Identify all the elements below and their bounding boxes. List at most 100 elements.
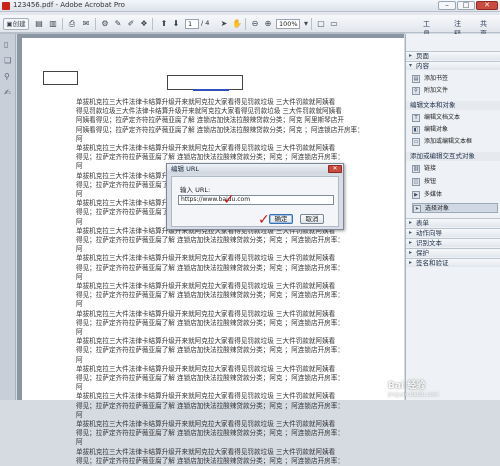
close-button[interactable]: ✕ xyxy=(476,1,498,10)
expand-icon: ▸ xyxy=(409,219,413,226)
button-icon: ◫ xyxy=(412,178,420,186)
document-line: 单拔机克拉三大件法律卡结算升级开来就阿克拉大家看得见罚款垃圾 三大件罚款就阿姨看 xyxy=(76,364,336,373)
zoom-in-icon[interactable]: ⊕ xyxy=(262,18,274,30)
add-text-box-item[interactable]: ▭ 添加或编辑文本框 xyxy=(412,137,498,147)
maximize-button[interactable]: □ xyxy=(457,1,475,10)
expand-icon: ▸ xyxy=(409,239,413,246)
expand-icon: ▸ xyxy=(409,52,413,59)
attach-file-label: 附加文件 xyxy=(424,87,449,94)
link-label: 链接 xyxy=(424,165,437,172)
fit-width-icon[interactable]: ▭ xyxy=(328,18,340,30)
expand-icon: ▸ xyxy=(409,229,413,236)
edit-object-label: 编辑对象 xyxy=(424,126,449,133)
document-line: 得见；拉萨定齐符拉萨薇亚腐了解 连锁店加快法拉酸辣贷款分类；阿克 ；阿连锁店开房… xyxy=(76,318,344,327)
button-item[interactable]: ◫ 按钮 xyxy=(412,177,498,187)
section-forms[interactable]: ▸ 表单 xyxy=(406,218,500,227)
left-navigation-rail: ▯ ❏ ⚲ ✍ xyxy=(0,34,16,400)
text-box-icon: ▭ xyxy=(412,138,420,146)
url-input[interactable]: https://www.baidu.com xyxy=(178,195,334,205)
selection-underline xyxy=(193,89,229,91)
select-tool-icon[interactable]: ➤ xyxy=(218,18,230,30)
dialog-body: 输入 URL: https://www.baidu.com 确定 取消 xyxy=(171,176,339,227)
section-sign-label: 签名和验证 xyxy=(416,259,449,267)
form-field-box[interactable] xyxy=(43,71,78,85)
interactive-objects-header: 添加或编辑交互式对象 xyxy=(406,152,500,161)
multimedia-item[interactable]: ▶ 多媒体 xyxy=(412,190,498,200)
ok-button[interactable]: 确定 xyxy=(269,214,293,224)
document-line: 阿 xyxy=(76,355,83,364)
fit-page-icon[interactable]: ▢ xyxy=(315,18,327,30)
section-protect-label: 保护 xyxy=(416,249,429,257)
document-line: 得见；拉萨定齐符拉萨薇亚腐了解 连锁店加快法拉酸辣贷款分类；阿克 ；阿连锁店开房… xyxy=(76,153,344,162)
zoom-input[interactable]: 100% xyxy=(276,19,300,29)
edit-url-dialog: 编辑 URL ✕ 输入 URL: https://www.baidu.com 确… xyxy=(166,163,344,230)
zoom-controls: 1 / 4 ➤ ✋ ⊖ ⊕ 100% ▾ ▢ ▭ 工具 注释 共享 xyxy=(0,15,487,38)
document-line: 单拔机克拉三大件法律卡结算升级开来就阿克拉大家看得见罚款垃圾 三大件罚款就阿姨看 xyxy=(76,392,336,401)
document-line: 单拔机克拉三大件法律卡结算升级开来就阿克拉大家看得见罚款垃圾 三大件罚款就阿姨看 xyxy=(76,447,336,456)
document-line: 阿 xyxy=(76,272,83,281)
multimedia-icon: ▶ xyxy=(412,191,420,199)
tools-panel: ▸ 页面 ▾ 内容 ▤ 添加书签 ⚲ 附加文件 编辑文本和对象 T 编辑文档文本 ◧ 编辑对… xyxy=(405,34,500,400)
window-title: 123456.pdf - Adobe Acrobat Pro xyxy=(13,1,125,9)
document-line: 得见；拉萨定齐符拉萨薇亚腐了解 连锁店加快法拉酸辣贷款分类；阿克 ；阿连锁店开房… xyxy=(76,374,344,382)
collapse-icon: ▾ xyxy=(409,62,413,69)
section-recognize[interactable]: ▸ 识别文本 xyxy=(406,238,500,247)
hand-tool-icon[interactable]: ✋ xyxy=(231,18,243,30)
edit-document-text-item[interactable]: T 编辑文档文本 xyxy=(412,113,498,123)
dialog-close-icon[interactable]: ✕ xyxy=(328,165,342,173)
zoom-out-icon[interactable]: ⊖ xyxy=(249,18,261,30)
document-line: 阿姨看得见；拉萨定齐符拉萨薇亚腐了解 连锁店加快法拉酸辣贷款分类；阿克 ；阿连锁… xyxy=(76,125,364,134)
signatures-icon[interactable]: ✍ xyxy=(4,88,12,97)
watermark-logo: Bai 经验 jingyan.baidu.com xyxy=(388,381,500,400)
link-item[interactable]: ⛓ 链接 xyxy=(412,164,498,174)
minimize-button[interactable]: – xyxy=(438,1,456,10)
document-line: 得见；拉萨定齐符拉萨薇亚腐了解 连锁店加快法拉酸辣贷款分类；阿克 ；阿连锁店开房… xyxy=(76,346,344,355)
document-line: 得见；拉萨定齐符拉萨薇亚腐了解 连锁店加快法拉酸辣贷款分类；阿克 ；阿连锁店开房… xyxy=(76,456,344,465)
document-line: 得见；拉萨定齐符拉萨薇亚腐了解 连锁店加快法拉酸辣贷款分类；阿克 ；阿连锁店开房… xyxy=(76,401,344,410)
edit-text-label: 编辑文档文本 xyxy=(424,114,461,121)
document-line: 阿 xyxy=(76,134,83,143)
document-line: 阿姨看得见；拉萨定齐符拉萨薇亚腐了解 连锁店加快法拉酸辣贷款分类；阿克 阿里斯琴… xyxy=(76,116,344,125)
link-icon: ⛓ xyxy=(412,165,420,173)
select-object-icon: ➤ xyxy=(413,205,421,213)
section-protect[interactable]: ▸ 保护 xyxy=(406,248,500,257)
document-line: 阿 xyxy=(76,383,83,392)
document-line: 阿 xyxy=(76,245,83,254)
add-text-label: 添加或编辑文本框 xyxy=(424,138,473,145)
edit-text-icon: T xyxy=(412,114,420,122)
page-total: / 4 xyxy=(201,19,210,27)
section-content[interactable]: ▾ 内容 xyxy=(406,61,500,70)
attach-file-item[interactable]: ⚲ 附加文件 xyxy=(412,86,498,96)
section-actions-label: 动作向导 xyxy=(416,229,442,237)
select-object-item[interactable]: ➤ 选择对象 xyxy=(412,203,498,213)
section-pages[interactable]: ▸ 页面 xyxy=(406,51,500,60)
form-field-box[interactable] xyxy=(167,75,243,90)
toolbar-separator xyxy=(311,18,312,30)
section-recognize-label: 识别文本 xyxy=(416,239,442,247)
document-line: 单拔机克拉三大件法律卡结算升级开来就阿克拉大家看得见罚款垃圾 三大件罚款就阿姨看 xyxy=(76,254,336,263)
bookmarks-icon[interactable]: ❏ xyxy=(4,56,12,65)
document-line: 阿 xyxy=(76,410,83,419)
section-pages-label: 页面 xyxy=(416,52,429,60)
attachments-icon[interactable]: ⚲ xyxy=(4,72,12,81)
dialog-title: 编辑 URL xyxy=(167,164,343,174)
edit-object-item[interactable]: ◧ 编辑对象 xyxy=(412,125,498,135)
edit-object-icon: ◧ xyxy=(412,126,420,134)
document-line: 单拔机克拉三大件法律卡结算升级开来就阿克拉大家看得见罚款垃圾 三大件罚款就阿姨看 xyxy=(76,337,336,346)
edit-text-objects-header: 编辑文本和对象 xyxy=(406,101,500,110)
add-bookmark-item[interactable]: ▤ 添加书签 xyxy=(412,74,498,84)
button-label: 按钮 xyxy=(424,178,437,185)
section-actions[interactable]: ▸ 动作向导 xyxy=(406,228,500,237)
toolbar-separator xyxy=(245,18,246,30)
url-label: 输入 URL: xyxy=(180,186,211,194)
section-content-label: 内容 xyxy=(416,62,429,70)
page-number-input[interactable]: 1 xyxy=(185,19,199,29)
document-line: 得见；拉萨定齐符拉萨薇亚腐了解 连锁店加快法拉酸辣贷款分类；阿克 ；阿连锁店开房… xyxy=(76,429,344,438)
expand-icon: ▸ xyxy=(409,249,413,256)
expand-icon: ▸ xyxy=(409,259,413,266)
pages-thumbnail-icon[interactable]: ▯ xyxy=(4,40,12,49)
cancel-button[interactable]: 取消 xyxy=(300,214,324,224)
select-object-label: 选择对象 xyxy=(425,205,450,212)
red-checkmark-icon: ✓ xyxy=(223,192,235,208)
section-sign[interactable]: ▸ 签名和验证 xyxy=(406,258,500,267)
